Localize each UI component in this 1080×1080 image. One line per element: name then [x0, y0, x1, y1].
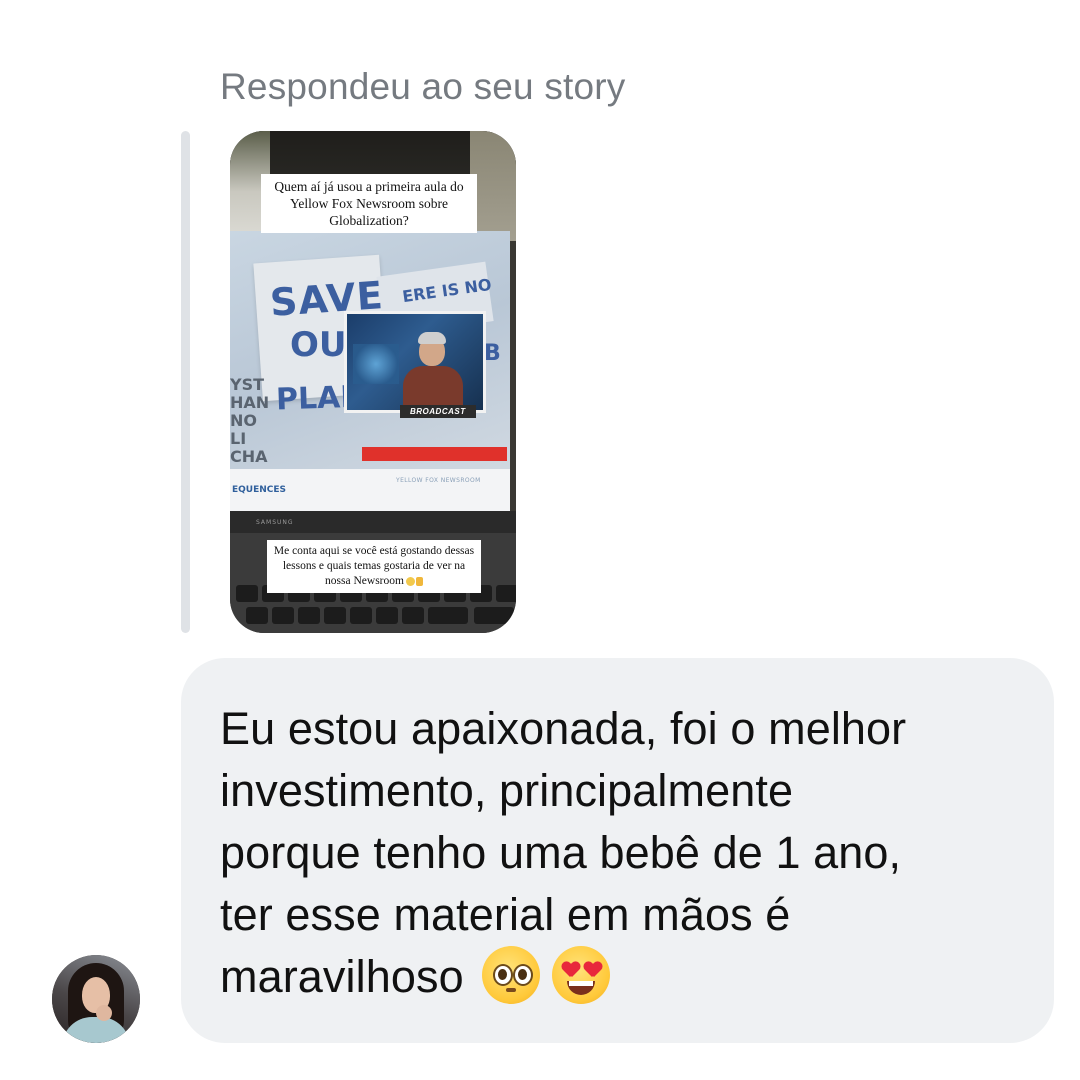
message-line: investimento, principalmente — [220, 765, 794, 816]
emoji-eye — [512, 964, 533, 986]
story-caption-top: Quem aí já usou a primeira aula do Yello… — [261, 174, 477, 233]
story-photo-news-anchor-video — [344, 311, 486, 413]
keyboard-key — [496, 585, 516, 602]
news-studio-screen — [353, 344, 399, 384]
yellow-heart-icon — [405, 576, 415, 586]
message-line: Eu estou apaixonada, foi o melhor — [220, 703, 907, 754]
keyboard-key — [246, 607, 268, 624]
pleading-face-emoji — [481, 946, 540, 1004]
story-reply-caption: Respondeu ao seu story — [220, 66, 626, 107]
keyboard-key — [324, 607, 346, 624]
sender-avatar[interactable] — [52, 955, 140, 1043]
keyboard-key — [376, 607, 398, 624]
message-line: maravilhoso — [220, 946, 1016, 1008]
story-caption-bottom-text: Me conta aqui se você está gostando dess… — [273, 545, 475, 587]
story-photo-sign-text: OU — [290, 325, 347, 365]
keyboard-key — [474, 607, 514, 624]
emoji-eye — [492, 964, 513, 986]
pointing-down-icon — [415, 576, 423, 586]
quote-bar — [181, 131, 190, 633]
emoji-mouth — [566, 981, 595, 995]
emoji-heart-eye — [562, 962, 580, 978]
keyboard-key — [402, 607, 424, 624]
message-text: Eu estou apaixonada, foi o melhor invest… — [220, 698, 1016, 1008]
emoji-mouth — [505, 988, 516, 992]
keyboard-key — [236, 585, 258, 602]
message-bubble[interactable]: Eu estou apaixonada, foi o melhor invest… — [181, 658, 1054, 1043]
story-caption-bottom: Me conta aqui se você está gostando dess… — [267, 540, 481, 593]
avatar-hand — [96, 1005, 112, 1021]
message-line-text: maravilhoso — [220, 951, 464, 1002]
keyboard-key — [298, 607, 320, 624]
keyboard-key — [428, 607, 468, 624]
laptop-brand: SAMSUNG — [256, 519, 294, 526]
story-photo-sign-text: B — [484, 341, 501, 366]
story-photo-sign-text: YST HAN NO LI CHA — [230, 375, 270, 466]
keyboard-key — [272, 607, 294, 624]
story-preview[interactable]: SAVE OU PLAN ERE IS NO B YST HAN NO LI C… — [230, 131, 516, 633]
broadcast-tag: BROADCAST — [400, 405, 476, 418]
message-line: porque tenho uma bebê de 1 ano, — [220, 827, 902, 878]
story-photo-red-banner — [362, 447, 507, 461]
emoji-heart-eye — [584, 962, 602, 978]
heart-eyes-emoji — [551, 946, 610, 1004]
story-photo-brand-label: YELLOW FOX NEWSROOM — [396, 477, 481, 484]
news-anchor-hair — [418, 332, 446, 344]
message-line: ter esse material em mãos é — [220, 889, 791, 940]
keyboard-key — [350, 607, 372, 624]
story-photo-sequences-label: EQUENCES — [232, 485, 287, 495]
